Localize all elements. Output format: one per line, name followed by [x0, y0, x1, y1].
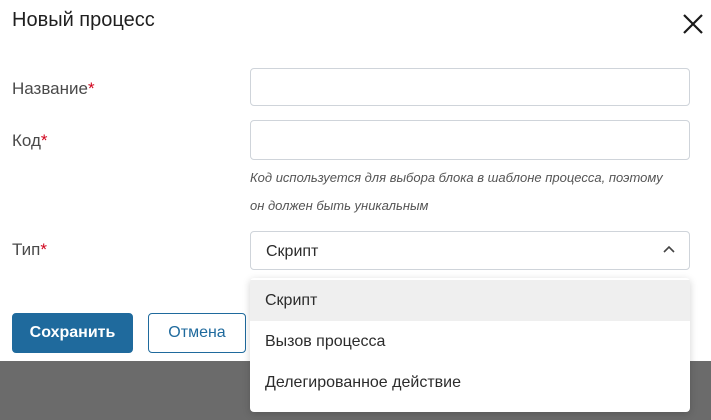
dropdown-option[interactable]: Делегированное действие [250, 362, 690, 403]
code-hint-line2: он должен быть уникальным [250, 198, 429, 213]
type-select-value: Скрипт [266, 243, 319, 260]
code-input[interactable] [250, 120, 690, 160]
dialog-title: Новый процесс [12, 9, 155, 31]
code-label: Код* [12, 131, 48, 151]
close-icon [683, 14, 703, 34]
required-mark: * [40, 131, 48, 150]
chevron-up-icon [663, 245, 675, 253]
close-button[interactable] [681, 12, 705, 36]
name-label: Название* [12, 79, 95, 99]
type-dropdown-menu: Скрипт Вызов процесса Делегированное дей… [250, 278, 690, 412]
dropdown-option[interactable]: Вызов процесса [250, 321, 690, 362]
cancel-button[interactable]: Отмена [148, 313, 246, 353]
required-mark: * [87, 79, 95, 98]
type-label-text: Тип [12, 240, 41, 259]
code-label-text: Код [12, 131, 41, 150]
type-select[interactable]: Скрипт [250, 231, 690, 270]
required-mark: * [40, 240, 47, 259]
type-label: Тип* [12, 240, 47, 260]
save-button[interactable]: Сохранить [12, 313, 133, 353]
dropdown-option[interactable]: Скрипт [250, 280, 690, 321]
name-input[interactable] [250, 68, 690, 106]
name-label-text: Название [12, 79, 88, 98]
